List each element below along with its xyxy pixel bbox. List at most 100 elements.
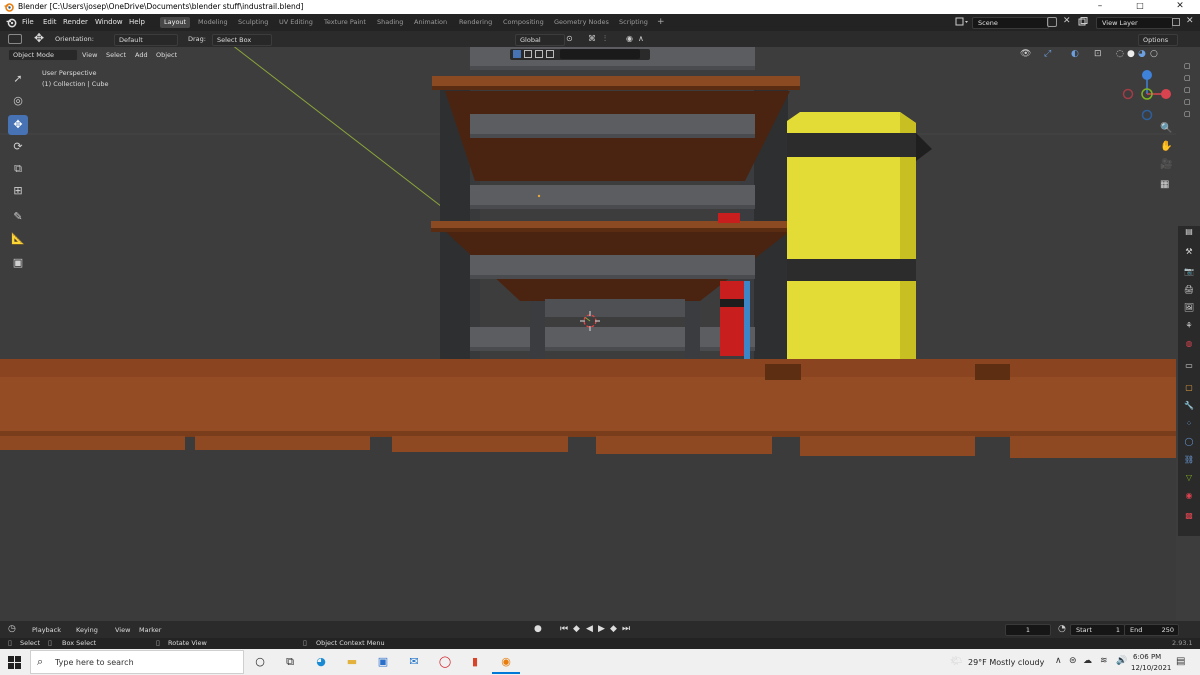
rotate-tool-button[interactable]: ⟳: [8, 137, 28, 157]
output-properties-icon[interactable]: 🖨: [1183, 284, 1195, 296]
taskbar-search-input[interactable]: ⌕ Type here to search: [30, 650, 244, 674]
menu-timeline-view[interactable]: View: [115, 626, 130, 634]
move-tool-button[interactable]: ✥: [8, 115, 28, 135]
mode-dropdown[interactable]: Object Mode: [8, 49, 78, 61]
delete-scene-icon[interactable]: ✕: [1063, 16, 1071, 26]
object-properties-icon[interactable]: ▢: [1183, 382, 1195, 394]
edge-browser-icon[interactable]: ◕: [313, 654, 329, 670]
gizmo-x-axis[interactable]: [1161, 89, 1171, 99]
tab-rendering[interactable]: Rendering: [455, 17, 496, 28]
view-layer-properties-icon[interactable]: 🖼: [1183, 302, 1195, 314]
gizmo-toggle-icon[interactable]: ⤢: [1044, 49, 1051, 59]
annotate-tool-button[interactable]: ✎: [8, 207, 28, 227]
menu-render[interactable]: Render: [63, 18, 88, 26]
scene-properties-icon[interactable]: ⚘: [1183, 320, 1195, 332]
editor-type-icon[interactable]: [8, 34, 22, 44]
weather-text[interactable]: 29°F Mostly cloudy: [968, 658, 1044, 667]
transform-orientation-dropdown[interactable]: Global: [515, 34, 565, 46]
prev-keyframe-button[interactable]: ◆: [573, 624, 580, 634]
maximize-button[interactable]: □: [1126, 1, 1154, 10]
pan-hand-icon[interactable]: ✋: [1160, 141, 1172, 152]
active-tool-icon[interactable]: ⚒: [1183, 246, 1195, 258]
volume-icon[interactable]: 🔊: [1116, 656, 1127, 666]
tab-shading[interactable]: Shading: [373, 17, 407, 28]
windows-start-icon[interactable]: [8, 656, 21, 669]
network-wifi-icon[interactable]: ≋: [1100, 656, 1108, 666]
tray-app-icon[interactable]: ⊜: [1069, 656, 1077, 666]
camera-icon[interactable]: 🎥: [1160, 159, 1172, 170]
menu-view[interactable]: View: [82, 51, 97, 59]
grid-view-icon[interactable]: ▦: [1160, 179, 1169, 190]
filter-camera-icon[interactable]: [524, 50, 532, 58]
rendered-shading-icon[interactable]: ○: [1150, 49, 1158, 59]
material-properties-icon[interactable]: ◉: [1183, 490, 1195, 502]
tab-sculpting[interactable]: Sculpting: [234, 17, 272, 28]
menu-select[interactable]: Select: [106, 51, 126, 59]
proportional-edit-icon[interactable]: ◉: [626, 34, 633, 43]
texture-properties-icon[interactable]: ▩: [1183, 510, 1195, 522]
camera-visibility-icon[interactable]: ▢: [1184, 110, 1191, 118]
camera-visibility-icon[interactable]: ▢: [1184, 62, 1191, 70]
timeline-editor-icon[interactable]: ◷: [8, 624, 16, 634]
close-button[interactable]: ✕: [1166, 1, 1194, 11]
view-layer-field[interactable]: View Layer: [1096, 17, 1173, 29]
tab-layout[interactable]: Layout: [160, 17, 191, 28]
new-view-layer-icon[interactable]: [1172, 18, 1180, 26]
tab-scripting[interactable]: Scripting: [615, 17, 652, 28]
task-view-icon[interactable]: ⧉: [282, 654, 298, 670]
jump-end-button[interactable]: ⏭: [622, 624, 630, 634]
transform-tool-button[interactable]: ⊞: [8, 181, 28, 201]
menu-playback[interactable]: Playback: [32, 626, 61, 634]
zoom-icon[interactable]: 🔍: [1160, 123, 1172, 134]
navigation-gizmo[interactable]: [1118, 67, 1176, 125]
new-scene-icon[interactable]: [1047, 17, 1057, 27]
tab-uv-editing[interactable]: UV Editing: [275, 17, 317, 28]
world-properties-icon[interactable]: ◍: [1183, 338, 1195, 350]
file-explorer-icon[interactable]: ▬: [344, 654, 360, 670]
start-frame-field[interactable]: Start 1: [1070, 624, 1125, 636]
tool-properties-icon[interactable]: ▤: [1183, 226, 1195, 238]
taskbar-date[interactable]: 12/10/2021: [1131, 664, 1171, 672]
add-workspace-button[interactable]: +: [657, 17, 665, 27]
menu-window[interactable]: Window: [95, 18, 123, 26]
tab-modeling[interactable]: Modeling: [194, 17, 232, 28]
menu-object[interactable]: Object: [156, 51, 177, 59]
snap-icon[interactable]: ⌘: [588, 34, 596, 43]
menu-add[interactable]: Add: [135, 51, 148, 59]
opera-browser-icon[interactable]: ◯: [437, 654, 453, 670]
filter-light-icon[interactable]: [535, 50, 543, 58]
delete-view-layer-icon[interactable]: ✕: [1186, 16, 1194, 26]
measure-tool-button[interactable]: 📐: [8, 229, 28, 249]
cortana-icon[interactable]: ○: [252, 654, 268, 670]
modifier-properties-icon[interactable]: 🔧: [1183, 400, 1195, 412]
camera-visibility-icon[interactable]: ▢: [1184, 98, 1191, 106]
tab-geometry-nodes[interactable]: Geometry Nodes: [550, 17, 613, 28]
scene-name-field[interactable]: Scene: [972, 17, 1049, 29]
data-properties-icon[interactable]: ▽: [1183, 472, 1195, 484]
outliner-search-input[interactable]: [560, 49, 640, 59]
gizmo-z-axis[interactable]: [1142, 70, 1152, 80]
scene-selector-icon[interactable]: [955, 17, 969, 27]
current-frame-field[interactable]: 1: [1005, 624, 1051, 636]
particle-properties-icon[interactable]: ⁘: [1183, 418, 1195, 430]
tab-compositing[interactable]: Compositing: [499, 17, 548, 28]
orientation-dropdown[interactable]: Default: [114, 34, 178, 46]
weather-icon[interactable]: 🌤: [950, 656, 963, 667]
end-frame-field[interactable]: End 250: [1124, 624, 1179, 636]
drag-dropdown[interactable]: Select Box: [212, 34, 272, 46]
view-layer-icon[interactable]: [1078, 17, 1092, 27]
constraint-properties-icon[interactable]: ⛓: [1183, 454, 1195, 466]
select-tool-button[interactable]: ➚: [8, 69, 28, 89]
notification-center-icon[interactable]: ▤: [1176, 656, 1185, 667]
wireframe-shading-icon[interactable]: ◌: [1116, 49, 1124, 59]
overlay-toggle-icon[interactable]: ◐: [1071, 49, 1079, 59]
filter-mesh-icon[interactable]: [513, 50, 521, 58]
options-dropdown[interactable]: Options: [1138, 34, 1178, 46]
physics-properties-icon[interactable]: ◯: [1183, 436, 1195, 448]
render-properties-icon[interactable]: 📷: [1183, 266, 1195, 278]
blender-menu-icon[interactable]: [6, 17, 17, 28]
next-keyframe-button[interactable]: ◆: [610, 624, 617, 634]
scale-tool-button[interactable]: ⧉: [8, 159, 28, 179]
play-button[interactable]: ▶: [598, 624, 605, 634]
3d-viewport[interactable]: User Perspective (1) Collection | Cube ➚…: [0, 31, 1176, 621]
